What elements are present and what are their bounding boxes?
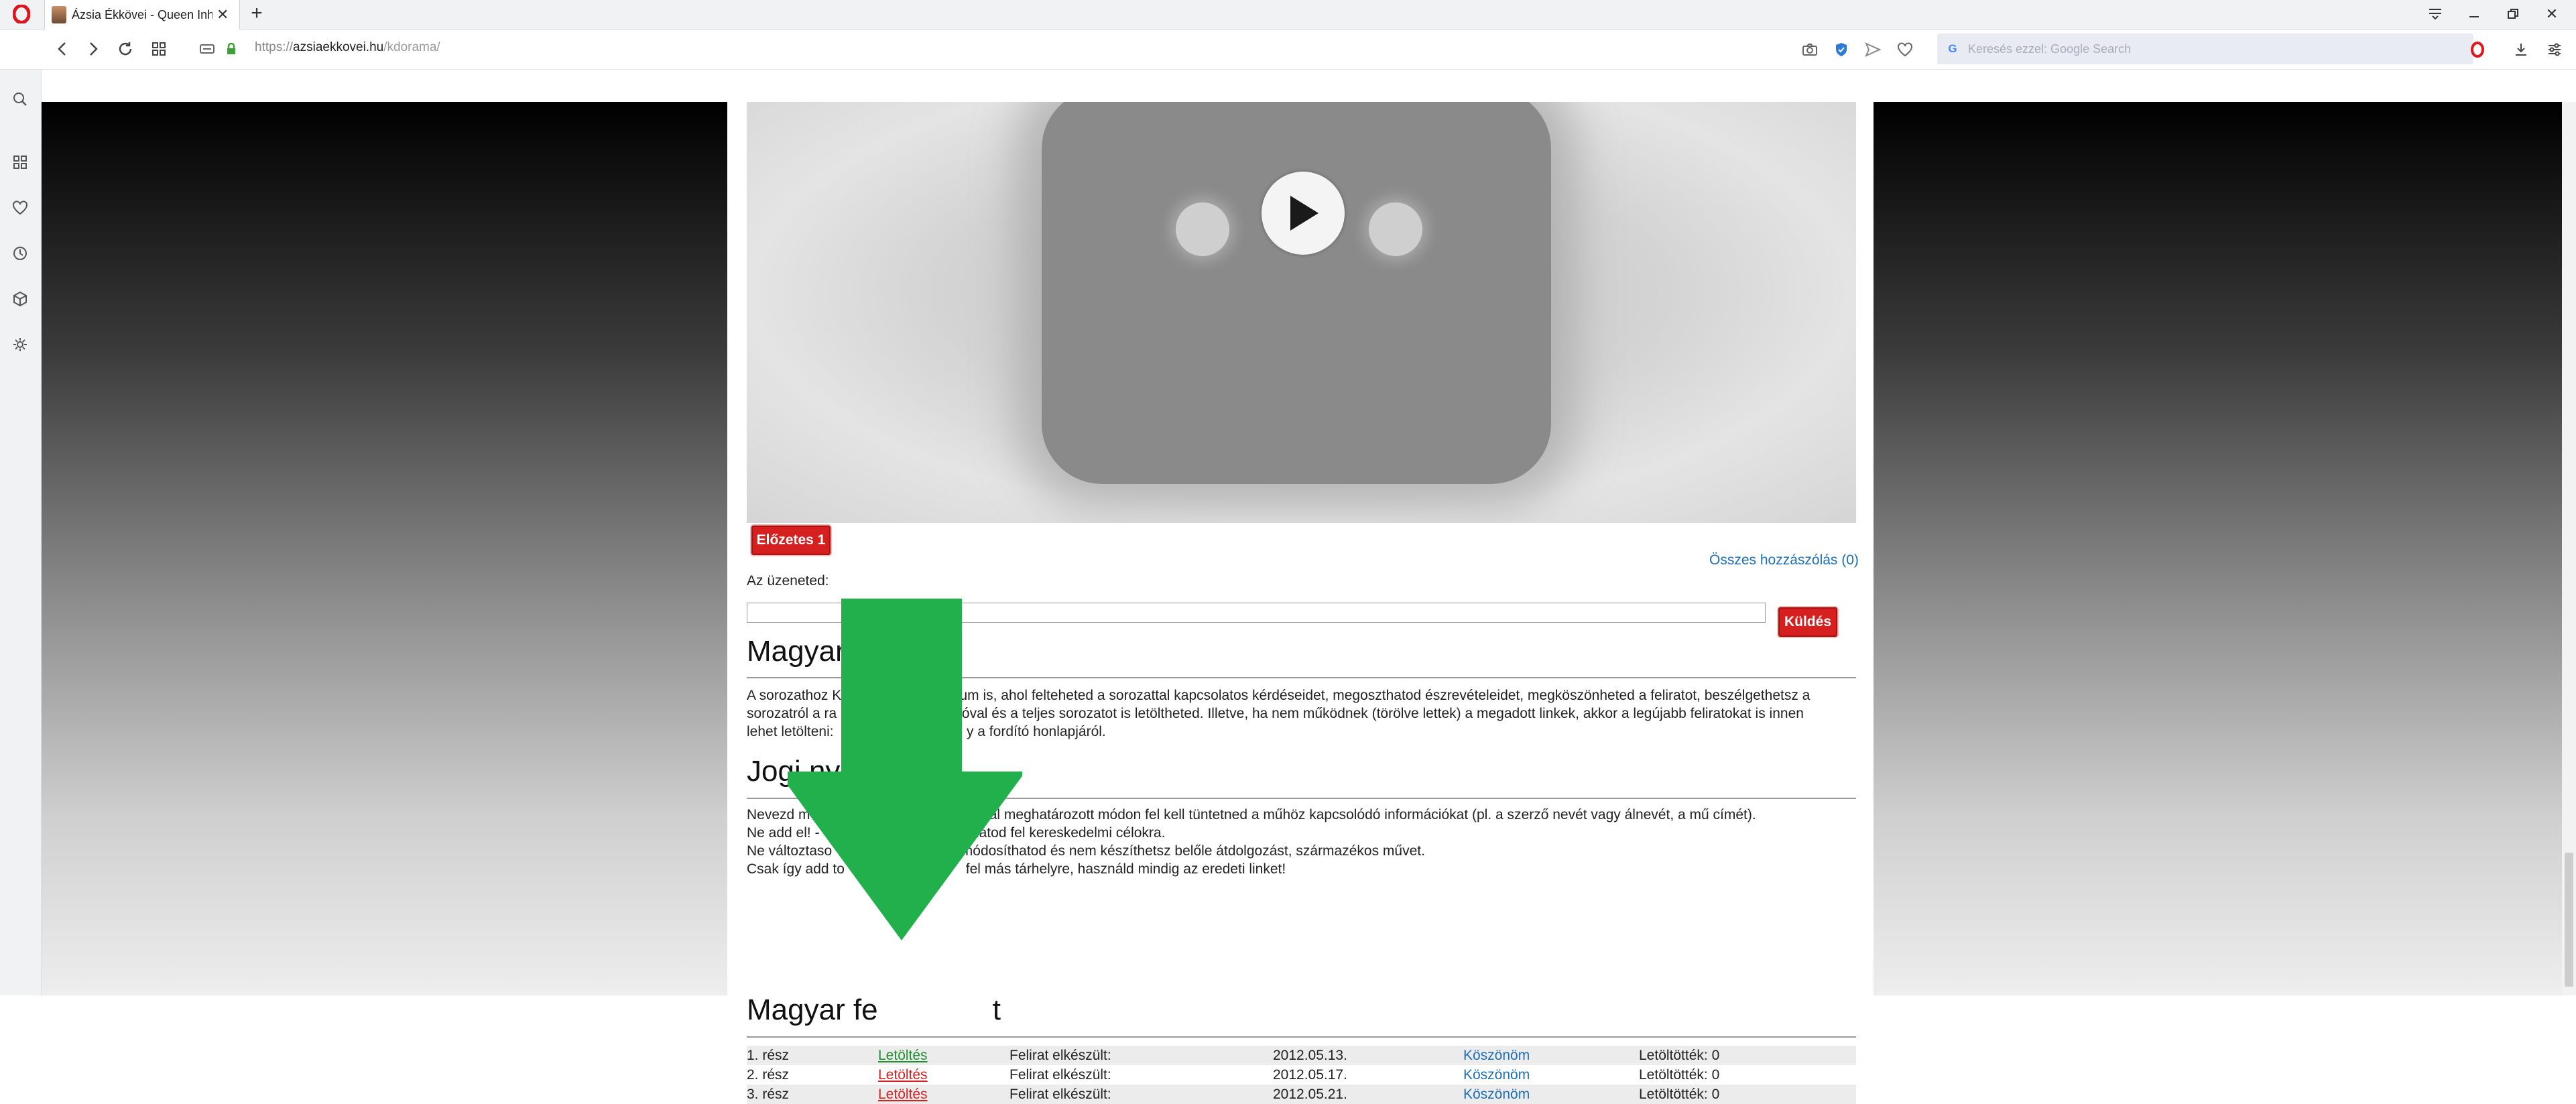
- download-icon[interactable]: [2510, 39, 2532, 60]
- search-placeholder: Keresés ezzel: Google Search: [1968, 42, 2132, 56]
- send-button[interactable]: Küldés: [1778, 607, 1837, 637]
- green-arrow-down-icon: [778, 599, 1026, 940]
- bookmarks-heart-icon[interactable]: [8, 196, 32, 220]
- preview-1-button[interactable]: Előzetes 1: [751, 526, 831, 555]
- forward-icon[interactable]: [82, 38, 105, 60]
- restore-icon[interactable]: [2501, 4, 2525, 24]
- section-title-subtitles: Magyar fe t: [747, 993, 1001, 1027]
- download-link[interactable]: Letöltés: [878, 1067, 928, 1083]
- easy-setup-icon[interactable]: [2544, 39, 2565, 60]
- download-link[interactable]: Letöltés: [878, 1048, 928, 1064]
- url-scheme: https://: [255, 40, 294, 54]
- download-count: Letöltötték: 0: [1639, 1087, 1720, 1102]
- lock-icon: [220, 38, 243, 60]
- url-path: /kdorama/: [383, 40, 440, 54]
- page-scrollbar[interactable]: [2562, 102, 2576, 995]
- download-count: Letöltötték: 0: [1639, 1048, 1720, 1063]
- heart-icon[interactable]: [1894, 39, 1916, 60]
- episode-label: 3. rész: [747, 1087, 790, 1102]
- tab-title: Ázsia Ékkövei - Queen Inhy: [72, 7, 212, 21]
- tab-favicon-icon: [52, 6, 66, 23]
- download-count: Letöltötték: 0: [1639, 1067, 1720, 1083]
- table-row: 3. rész Letöltés Felirat elkészült: 2012…: [747, 1085, 1856, 1104]
- table-row: 2. rész Letöltés Felirat elkészült: 2012…: [747, 1065, 1856, 1085]
- speed-dial-icon[interactable]: [147, 38, 170, 60]
- opera-icon[interactable]: [2467, 39, 2488, 60]
- history-clock-icon[interactable]: [8, 241, 32, 265]
- site-info-icon[interactable]: [196, 38, 219, 60]
- camera-icon[interactable]: [1799, 39, 1821, 60]
- opera-sidebar: [0, 70, 42, 995]
- minimize-icon[interactable]: [2462, 4, 2486, 24]
- subtitle-date: 2012.05.13.: [1273, 1048, 1347, 1063]
- search-input[interactable]: G Keresés ezzel: Google Search: [1937, 34, 2473, 64]
- opera-logo-icon[interactable]: [7, 4, 36, 24]
- video-frame-highlight: [1176, 202, 1229, 256]
- url-host: azsiaekkovei.hu: [293, 40, 384, 54]
- subtitle-ready-label: Felirat elkészült:: [1009, 1067, 1111, 1083]
- browser-tab[interactable]: Ázsia Ékkövei - Queen Inhy ✕: [44, 0, 240, 29]
- tab-menu-icon[interactable]: [2423, 4, 2447, 24]
- section-title-subtitles-text: Magyar fe t: [747, 993, 1001, 1026]
- back-icon[interactable]: [51, 38, 74, 60]
- thanks-link[interactable]: Köszönöm: [1463, 1087, 1530, 1103]
- table-row: 1. rész Letöltés Felirat elkészült: 2012…: [747, 1046, 1856, 1065]
- subtitle-ready-label: Felirat elkészült:: [1009, 1048, 1111, 1063]
- message-label: Az üzeneted:: [747, 573, 829, 589]
- video-frame-shape: [1042, 102, 1551, 484]
- thanks-link[interactable]: Köszönöm: [1463, 1067, 1530, 1083]
- divider: [747, 1036, 1856, 1038]
- subtitle-date: 2012.05.21.: [1273, 1087, 1347, 1102]
- video-frame-highlight: [1369, 202, 1422, 256]
- episode-label: 1. rész: [747, 1048, 790, 1063]
- subtitle-ready-label: Felirat elkészült:: [1009, 1087, 1111, 1102]
- all-comments-link[interactable]: Összes hozzászólás (0): [1709, 552, 1859, 568]
- address-bar: https://azsiaekkovei.hu/kdorama/ G Keres…: [0, 29, 2576, 70]
- google-icon: G: [1948, 42, 1957, 55]
- search-tabs-icon[interactable]: [8, 87, 32, 111]
- download-link[interactable]: Letöltés: [878, 1087, 928, 1103]
- episode-label: 2. rész: [747, 1067, 790, 1083]
- subtitle-date: 2012.05.17.: [1273, 1067, 1347, 1083]
- window-close-icon[interactable]: ✕: [2540, 4, 2564, 24]
- thanks-link[interactable]: Köszönöm: [1463, 1048, 1530, 1064]
- settings-gear-icon[interactable]: [8, 332, 32, 357]
- scrollbar-thumb[interactable]: [2565, 853, 2573, 987]
- extensions-cube-icon[interactable]: [8, 287, 32, 311]
- speed-dial-sidebar-icon[interactable]: [8, 150, 32, 174]
- video-player[interactable]: [747, 102, 1856, 523]
- plus-icon[interactable]: +: [247, 3, 267, 24]
- url-text[interactable]: https://azsiaekkovei.hu/kdorama/: [255, 40, 440, 55]
- tab-bar: Ázsia Ékkövei - Queen Inhy ✕ + ✕: [0, 0, 2576, 29]
- close-icon[interactable]: ✕: [217, 6, 229, 23]
- play-icon[interactable]: [1262, 172, 1345, 255]
- reload-icon[interactable]: [114, 38, 137, 60]
- send-icon[interactable]: [1862, 39, 1884, 60]
- shield-icon[interactable]: [1831, 39, 1852, 60]
